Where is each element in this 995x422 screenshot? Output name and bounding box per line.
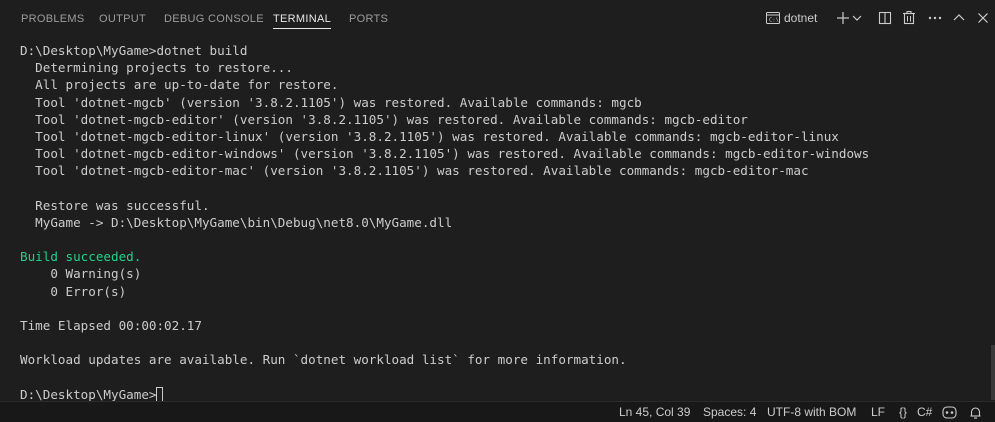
language-mode[interactable]: C# [917, 402, 932, 422]
eol-setting[interactable]: LF [871, 402, 885, 422]
notifications-icon[interactable] [968, 405, 983, 420]
copilot-icon[interactable] [942, 405, 957, 420]
terminal-line: All projects are up-to-date for restore. [20, 77, 339, 93]
svg-text:C:\: C:\ [769, 18, 779, 24]
terminal-line: 0 Warning(s) [20, 266, 142, 282]
terminal-line: Tool 'dotnet-mgcb-editor-mac' (version '… [20, 163, 809, 179]
build-succeeded-line: Build succeeded. [20, 249, 142, 265]
terminal-line: Tool 'dotnet-mgcb-editor-windows' (versi… [20, 146, 870, 162]
tab-problems[interactable]: PROBLEMS [21, 0, 85, 36]
terminal-output[interactable]: D:\Desktop\MyGame>dotnet build Determini… [20, 42, 980, 402]
terminal-icon: C:\ [765, 10, 781, 31]
chevron-up-icon [951, 14, 967, 31]
kill-terminal-button[interactable] [901, 9, 917, 27]
maximize-panel-button[interactable] [951, 9, 967, 27]
tab-terminal[interactable]: TERMINAL [273, 0, 332, 36]
more-icon [927, 14, 943, 31]
close-panel-button[interactable] [975, 9, 991, 27]
braces-icon[interactable]: {} [899, 402, 907, 422]
terminal-line: Restore was successful. [20, 197, 210, 213]
tab-output[interactable]: OUTPUT [99, 0, 146, 36]
terminal-line: Tool 'dotnet-mgcb' (version '3.8.2.1105'… [20, 94, 642, 110]
panel-tab-bar: PROBLEMS OUTPUT DEBUG CONSOLE TERMINAL P… [0, 0, 995, 36]
terminal-panel: PROBLEMS OUTPUT DEBUG CONSOLE TERMINAL P… [0, 0, 995, 422]
plus-icon [835, 12, 851, 31]
terminal-line: D:\Desktop\MyGame>dotnet build [20, 43, 248, 58]
terminal-name: dotnet [784, 11, 818, 25]
close-icon [975, 13, 991, 31]
new-terminal-button[interactable] [835, 9, 851, 27]
panel-actions: C:\ dotnet [755, 0, 995, 36]
terminal-line: Workload updates are available. Run `dot… [20, 352, 627, 368]
launch-profile-button[interactable] [851, 9, 863, 27]
split-terminal-button[interactable] [877, 9, 893, 27]
tab-debug-console[interactable]: DEBUG CONSOLE [164, 0, 264, 36]
terminal-line: Tool 'dotnet-mgcb-editor' (version '3.8.… [20, 111, 748, 127]
indentation-setting[interactable]: Spaces: 4 [703, 402, 756, 422]
terminal-scrollbar[interactable] [991, 345, 995, 400]
terminal-line: Determining projects to restore... [20, 60, 293, 76]
terminal-line: MyGame -> D:\Desktop\MyGame\bin\Debug\ne… [20, 214, 453, 230]
prompt-text: D:\Desktop\MyGame> [20, 386, 157, 402]
terminal-line: Time Elapsed 00:00:02.17 [20, 318, 202, 333]
tab-ports[interactable]: PORTS [349, 0, 388, 36]
terminal-line: 0 Error(s) [20, 283, 127, 299]
status-bar: Ln 45, Col 39 Spaces: 4 UTF-8 with BOM L… [0, 401, 995, 422]
more-actions-button[interactable] [927, 9, 943, 27]
terminal-instance-selector[interactable]: C:\ dotnet [765, 9, 825, 27]
encoding-setting[interactable]: UTF-8 with BOM [767, 402, 856, 422]
cursor-position[interactable]: Ln 45, Col 39 [619, 402, 690, 422]
terminal-cursor [156, 386, 164, 402]
split-icon [877, 11, 893, 31]
terminal-line: Tool 'dotnet-mgcb-editor-linux' (version… [20, 128, 839, 144]
chevron-down-icon [851, 14, 863, 31]
trash-icon [901, 11, 917, 31]
